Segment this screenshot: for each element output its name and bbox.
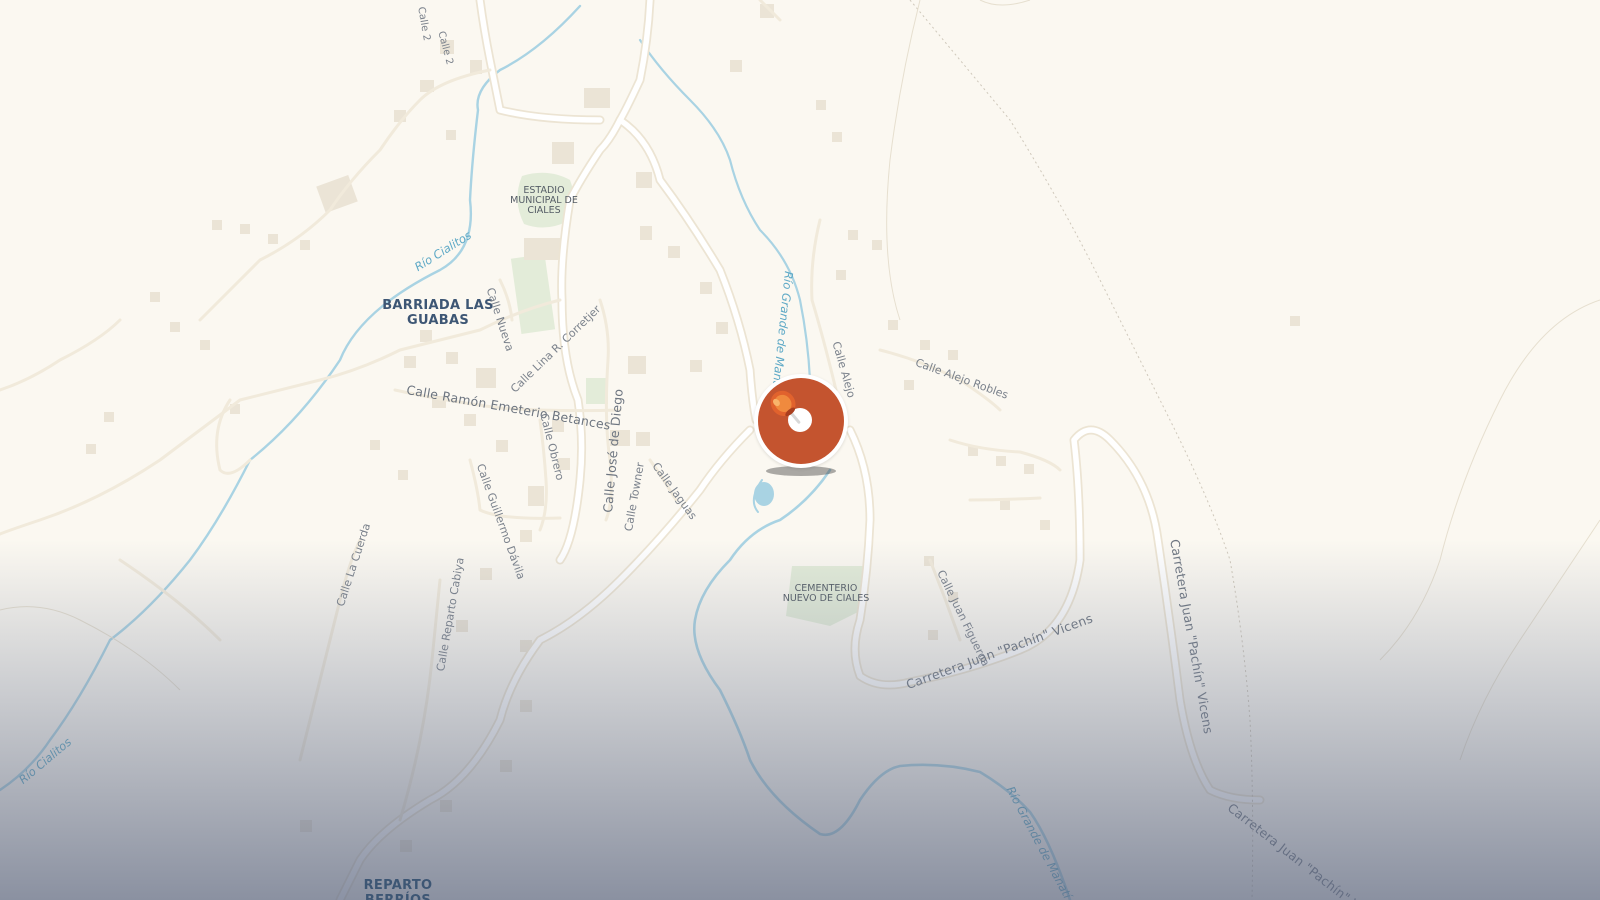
label-barriada-las-guabas: BARRIADA LAS GUABAS [382, 298, 494, 328]
label-estadio: ESTADIO MUNICIPAL DE CIALES [510, 185, 578, 216]
buildings [86, 4, 1300, 852]
label-cementerio: CEMENTERIO NUEVO DE CIALES [782, 583, 870, 604]
waterways [0, 4, 1072, 900]
location-pin-icon [770, 390, 801, 424]
label-reparto-berrios: REPARTO BERRÍOS [363, 878, 433, 900]
location-marker[interactable] [754, 374, 848, 476]
pond [754, 482, 774, 506]
map-canvas[interactable]: Calle 2 Calle 2 Río Cialitos Río Cialito… [0, 0, 1600, 900]
